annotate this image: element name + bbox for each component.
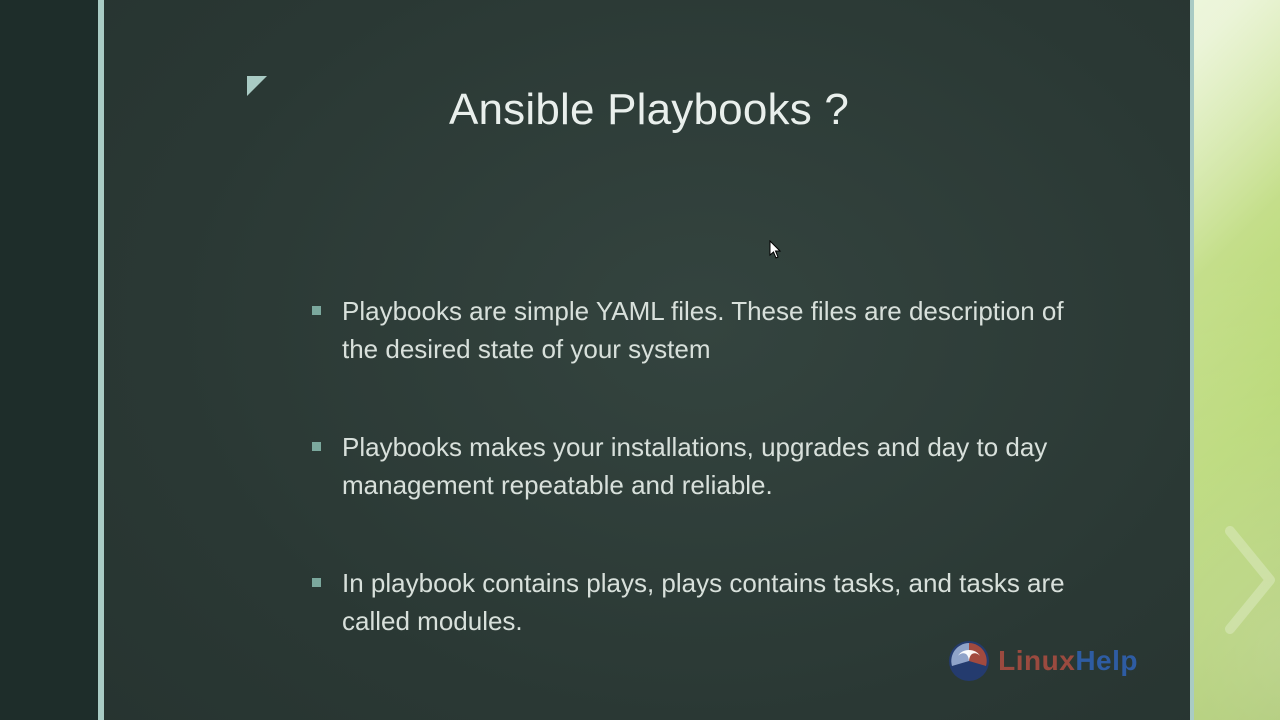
logo-text-prefix: Linux [998, 645, 1075, 676]
bullet-item: Playbooks makes your installations, upgr… [304, 428, 1094, 504]
slide-title: Ansible Playbooks ? [104, 85, 1194, 135]
logo-text-suffix: Help [1075, 645, 1138, 676]
bullet-item: In playbook contains plays, plays contai… [304, 564, 1094, 640]
bullet-item: Playbooks are simple YAML files. These f… [304, 292, 1094, 368]
logo: LinuxHelp [946, 638, 1138, 684]
logo-text: LinuxHelp [998, 645, 1138, 677]
right-decorative-panel [1194, 0, 1280, 720]
logo-icon [946, 638, 992, 684]
chevron-right-icon [1224, 525, 1280, 640]
left-margin-strip [0, 0, 98, 720]
slide-content: Ansible Playbooks ? Playbooks are simple… [104, 0, 1194, 720]
mouse-cursor-icon [769, 240, 783, 260]
